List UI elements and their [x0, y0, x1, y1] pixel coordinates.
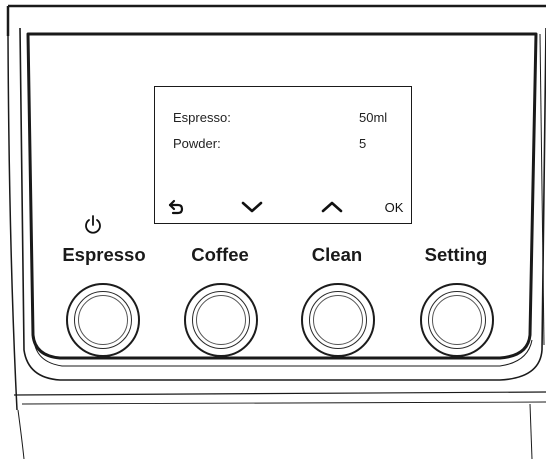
powder-value: 5 — [359, 136, 367, 151]
powder-label: Powder: — [173, 136, 221, 151]
coffee-button[interactable] — [184, 283, 258, 357]
clean-button-label: Clean — [311, 244, 363, 265]
chevron-up-icon[interactable] — [315, 197, 349, 217]
setting-button[interactable] — [420, 283, 494, 357]
control-panel: Espresso: 50ml Powder: 5 OK Espresso Cof… — [0, 0, 546, 459]
espresso-button[interactable] — [66, 283, 140, 357]
lcd-display: Espresso: 50ml Powder: 5 OK — [154, 86, 412, 224]
chevron-down-icon[interactable] — [235, 197, 269, 217]
ok-softkey[interactable]: OK — [379, 197, 409, 217]
panel-housing — [6, 4, 546, 459]
espresso-volume-label: Espresso: — [173, 110, 231, 125]
back-arrow-icon[interactable] — [163, 197, 189, 217]
espresso-volume-value: 50ml — [359, 110, 388, 125]
espresso-button-label: Espresso — [62, 244, 146, 265]
clean-button[interactable] — [301, 283, 375, 357]
power-icon — [83, 214, 103, 241]
coffee-button-label: Coffee — [191, 244, 249, 265]
setting-button-label: Setting — [424, 244, 488, 265]
